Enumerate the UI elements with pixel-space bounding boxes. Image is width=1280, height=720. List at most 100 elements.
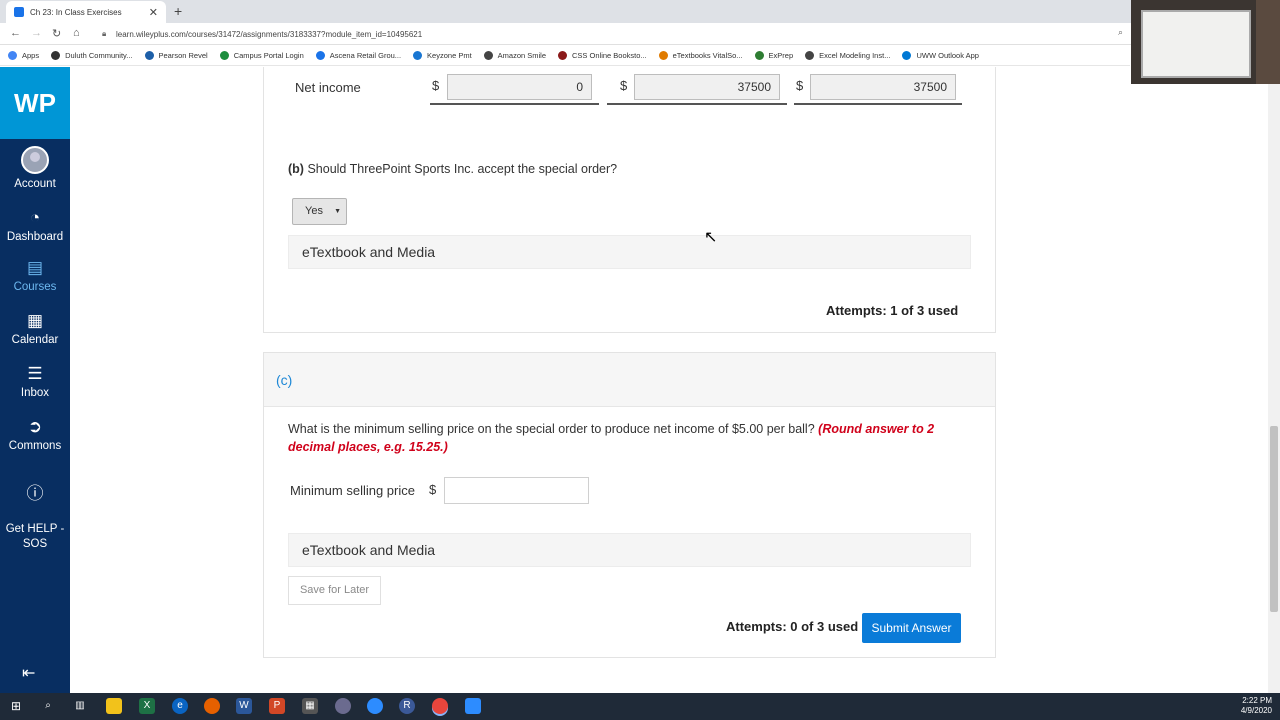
chrome-icon[interactable] [432, 698, 448, 714]
collapse-sidebar-icon[interactable]: ⇤ [22, 663, 35, 683]
user-avatar-icon [21, 146, 49, 174]
bookmark-label: Amazon Smile [497, 51, 547, 60]
bookmark-favicon-icon [483, 51, 493, 60]
close-tab-icon[interactable]: ✕ [149, 6, 158, 19]
webcam-overlay [1131, 0, 1280, 84]
browser-tab-strip: Ch 23: In Class Exercises ✕ + [0, 0, 1280, 23]
windows-start-icon[interactable]: ⊞ [8, 698, 24, 714]
zoom-app-icon[interactable] [367, 698, 383, 714]
etextbook-and-media-c[interactable]: eTextbook and Media [288, 533, 971, 567]
file-explorer-icon[interactable] [106, 698, 122, 714]
bookmark-label: eTextbooks VitalSo... [672, 51, 743, 60]
address-toolbar: ← → ↻ ⌂ 🔒︎ learn.wileyplus.com/courses/3… [0, 23, 1280, 45]
bookmark-label: CSS Online Booksto... [572, 51, 647, 60]
bookmark-item[interactable]: ExPrep [754, 51, 794, 60]
excel-icon[interactable]: X [139, 698, 155, 714]
sidebar-item-inbox[interactable]: ☰ Inbox [0, 364, 70, 399]
bookmark-item[interactable]: Pearson Revel [144, 51, 208, 60]
bookmark-label: Apps [22, 51, 40, 60]
sidebar-item-courses[interactable]: ▤ Courses [0, 258, 70, 293]
select-value: Yes [305, 205, 323, 217]
bookmark-favicon-icon [558, 51, 568, 60]
bookmark-item[interactable]: eTextbooks VitalSo... [658, 51, 743, 60]
bookmark-favicon-icon [413, 51, 423, 60]
bookmarks-bar: Apps Duluth Community... Pearson Revel Camp… [0, 46, 1130, 66]
browser-tab[interactable]: Ch 23: In Class Exercises ✕ [6, 1, 166, 23]
bookmark-favicon-icon [51, 51, 61, 60]
powerpoint-icon[interactable]: P [269, 698, 285, 714]
sidebar-item-get-help[interactable]: ⓘ Get HELP - SOS [0, 469, 70, 552]
zoom-magnifier-icon[interactable]: ⌕ [1118, 27, 1123, 38]
system-clock[interactable]: 2:22 PM 4/9/2020 [1241, 696, 1272, 716]
forward-arrow-icon[interactable]: → [31, 27, 42, 39]
net-income-field-3[interactable]: 37500 [810, 74, 956, 100]
sidebar-item-calendar[interactable]: ▦ Calendar [0, 311, 70, 346]
sidebar-item-label: Calendar [11, 334, 59, 346]
new-tab-icon[interactable]: + [174, 3, 182, 19]
task-view-icon[interactable]: ▥ [72, 698, 88, 714]
bookmark-favicon-icon [754, 51, 764, 60]
attempts-c: Attempts: 0 of 3 used [726, 619, 859, 634]
commons-arrow-icon: ➲ [27, 417, 43, 436]
scrollbar-thumb[interactable] [1270, 426, 1278, 612]
help-question-icon: ⓘ [26, 484, 44, 503]
dashboard-gauge-icon: ◔ [29, 208, 41, 227]
net-income-field-2[interactable]: 37500 [634, 74, 780, 100]
r-app-icon[interactable]: R [399, 698, 415, 714]
calendar-icon: ▦ [26, 311, 44, 330]
sidebar-item-label: Account [14, 178, 56, 190]
bookmark-item[interactable]: Amazon Smile [483, 51, 547, 60]
bookmark-item[interactable]: CSS Online Booksto... [558, 51, 647, 60]
clock-time: 2:22 PM [1242, 696, 1272, 705]
submit-answer-button[interactable]: Submit Answer [862, 613, 961, 643]
minimum-selling-price-label: Minimum selling price [290, 483, 415, 498]
edge-browser-icon[interactable]: e [172, 698, 188, 714]
accept-order-select[interactable]: Yes ▼ [292, 198, 347, 225]
home-icon[interactable]: ⌂ [73, 27, 80, 39]
firefox-icon[interactable] [204, 698, 220, 714]
bookmark-item[interactable]: Apps [8, 51, 39, 60]
etextbook-and-media-b[interactable]: eTextbook and Media [288, 235, 971, 269]
currency-symbol: $ [429, 482, 437, 497]
save-for-later-button[interactable]: Save for Later [288, 576, 381, 605]
url-field[interactable]: 🔒︎ learn.wileyplus.com/courses/31472/ass… [100, 26, 1130, 42]
question-b-prefix: (b) [288, 162, 304, 176]
search-icon[interactable]: ⌕ [40, 698, 56, 714]
bookmark-label: Excel Modeling Inst... [819, 51, 891, 60]
chevron-down-icon: ▼ [334, 208, 341, 215]
whiteboard-image [1141, 10, 1251, 78]
bookmark-item[interactable]: Keyzone Pmt [413, 51, 472, 60]
sidebar-item-dashboard[interactable]: ◔ Dashboard [0, 208, 70, 243]
bookmark-label: Duluth Community... [65, 51, 133, 60]
sidebar-item-label: Commons [8, 440, 62, 452]
net-income-field-1[interactable]: 0 [447, 74, 592, 100]
url-text: learn.wileyplus.com/courses/31472/assign… [116, 29, 423, 39]
minimum-selling-price-input[interactable] [444, 477, 589, 504]
bookmark-item[interactable]: Ascena Retail Grou... [315, 51, 402, 60]
back-arrow-icon[interactable]: ← [10, 27, 21, 39]
bookmark-item[interactable]: Excel Modeling Inst... [805, 51, 890, 60]
tab-title: Ch 23: In Class Exercises [30, 7, 122, 17]
webcam-edge-image [1256, 0, 1280, 84]
attempts-b: Attempts: 1 of 3 used [826, 303, 959, 318]
page-scrollbar[interactable] [1268, 84, 1280, 693]
bookmark-favicon-icon [315, 51, 325, 60]
lock-icon: 🔒︎ [102, 29, 107, 38]
bookmark-label: Ascena Retail Grou... [329, 51, 402, 60]
bookmark-label: ExPrep [768, 51, 794, 60]
sidebar-item-account[interactable]: Account [0, 146, 70, 190]
bookmark-item[interactable]: Campus Portal Login [219, 51, 304, 60]
reload-icon[interactable]: ↻ [52, 27, 61, 40]
bookmark-item[interactable]: Duluth Community... [51, 51, 133, 60]
sidebar-item-label: Get HELP - SOS [5, 523, 65, 550]
sidebar-item-commons[interactable]: ➲ Commons [0, 417, 70, 452]
word-icon[interactable]: W [236, 698, 252, 714]
bookmark-label: Pearson Revel [158, 51, 208, 60]
bookmark-favicon-icon [219, 51, 229, 60]
zoom-meeting-icon[interactable] [465, 698, 481, 714]
bookmark-item[interactable]: UWW Outlook App [902, 51, 979, 60]
wp-logo[interactable]: WP [0, 67, 70, 139]
question-c-text: What is the minimum selling price on the… [288, 422, 815, 436]
app-icon[interactable] [335, 698, 351, 714]
calculator-icon[interactable]: ▦ [302, 698, 318, 714]
